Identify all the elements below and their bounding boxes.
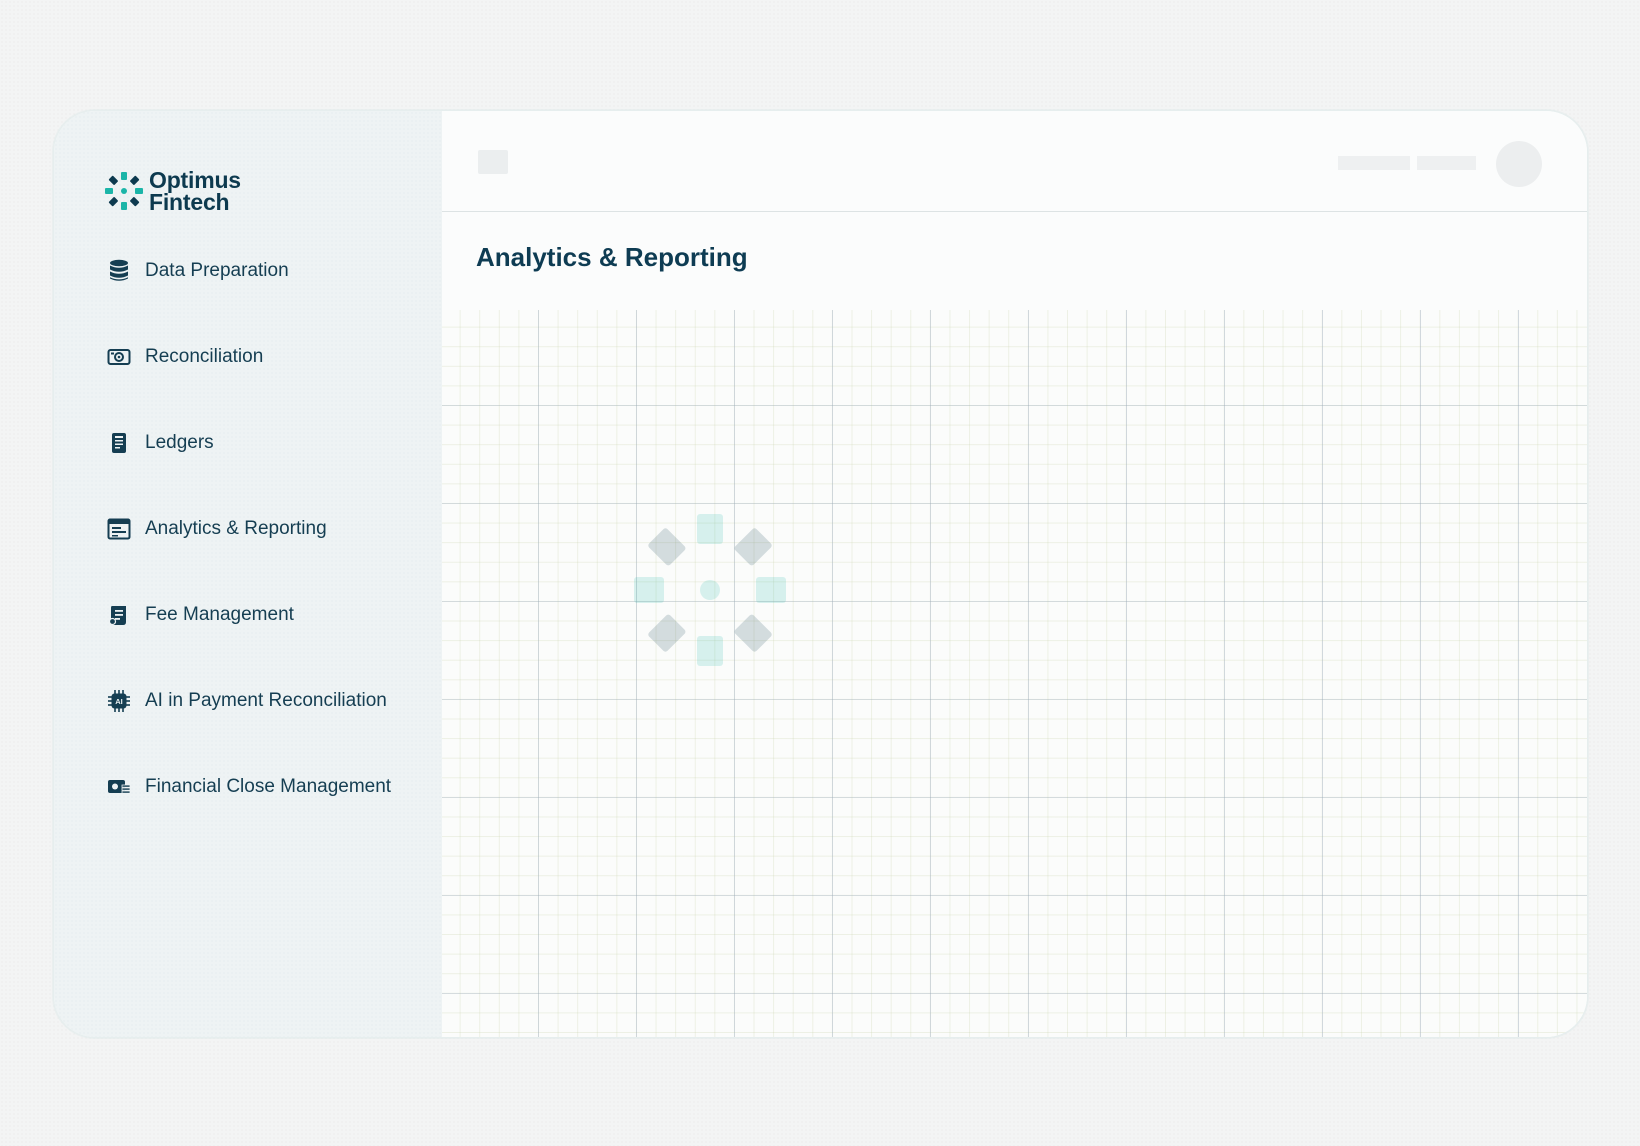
sidebar-item-ai-payment-reconciliation[interactable]: AI AI in Payment Reconciliation	[107, 681, 391, 721]
loading-spinner-icon	[634, 514, 786, 666]
sidebar-item-reconciliation[interactable]: Reconciliation	[107, 337, 391, 377]
sidebar-item-label: Fee Management	[145, 604, 294, 625]
sidebar-item-label: Financial Close Management	[145, 776, 392, 797]
sidebar-item-label: Reconciliation	[145, 346, 264, 367]
brand-logo[interactable]: Optimus Fintech	[103, 167, 241, 215]
sidebar-nav: Data Preparation Reconciliation Ledgers …	[107, 251, 391, 853]
database-icon	[107, 259, 131, 283]
sidebar-item-financial-close-management[interactable]: Financial Close Management	[107, 767, 391, 807]
sidebar-item-label: AI in Payment Reconciliation	[145, 690, 387, 711]
ledger-book-icon	[107, 431, 131, 455]
brand-name-line1: Optimus	[149, 167, 241, 193]
sidebar-item-data-preparation[interactable]: Data Preparation	[107, 251, 391, 291]
sidebar-item-ledgers[interactable]: Ledgers	[107, 423, 391, 463]
page-header: Analytics & Reporting	[442, 212, 1587, 310]
svg-text:AI: AI	[115, 697, 123, 706]
sidebar-item-label: Analytics & Reporting	[145, 518, 327, 539]
content-grid-area	[442, 310, 1587, 1037]
optimus-logo-icon	[105, 172, 143, 210]
ai-chip-icon: AI	[107, 689, 131, 713]
main-content: Analytics & Reporting	[442, 111, 1587, 1037]
brand-name: Optimus Fintech	[149, 167, 241, 215]
page-background: Optimus Fintech Data Preparation Reconci…	[0, 0, 1640, 1146]
page-title: Analytics & Reporting	[476, 242, 748, 272]
app-window: Optimus Fintech Data Preparation Reconci…	[53, 110, 1588, 1038]
skeleton-text-placeholder	[1417, 156, 1476, 170]
reconciliation-icon	[107, 345, 131, 369]
report-window-icon	[107, 517, 131, 541]
financial-close-icon	[107, 775, 131, 799]
brand-name-line2: Fintech	[149, 189, 230, 215]
menu-placeholder[interactable]	[478, 150, 508, 174]
sidebar-item-fee-management[interactable]: Fee Management	[107, 595, 391, 635]
sidebar-item-label: Ledgers	[145, 432, 214, 453]
sidebar-item-analytics-reporting[interactable]: Analytics & Reporting	[107, 509, 391, 549]
top-bar	[442, 111, 1587, 212]
sidebar: Optimus Fintech Data Preparation Reconci…	[54, 111, 442, 1037]
fee-document-icon	[107, 603, 131, 627]
avatar[interactable]	[1496, 141, 1542, 187]
skeleton-text-placeholder	[1338, 156, 1410, 170]
sidebar-item-label: Data Preparation	[145, 260, 289, 281]
